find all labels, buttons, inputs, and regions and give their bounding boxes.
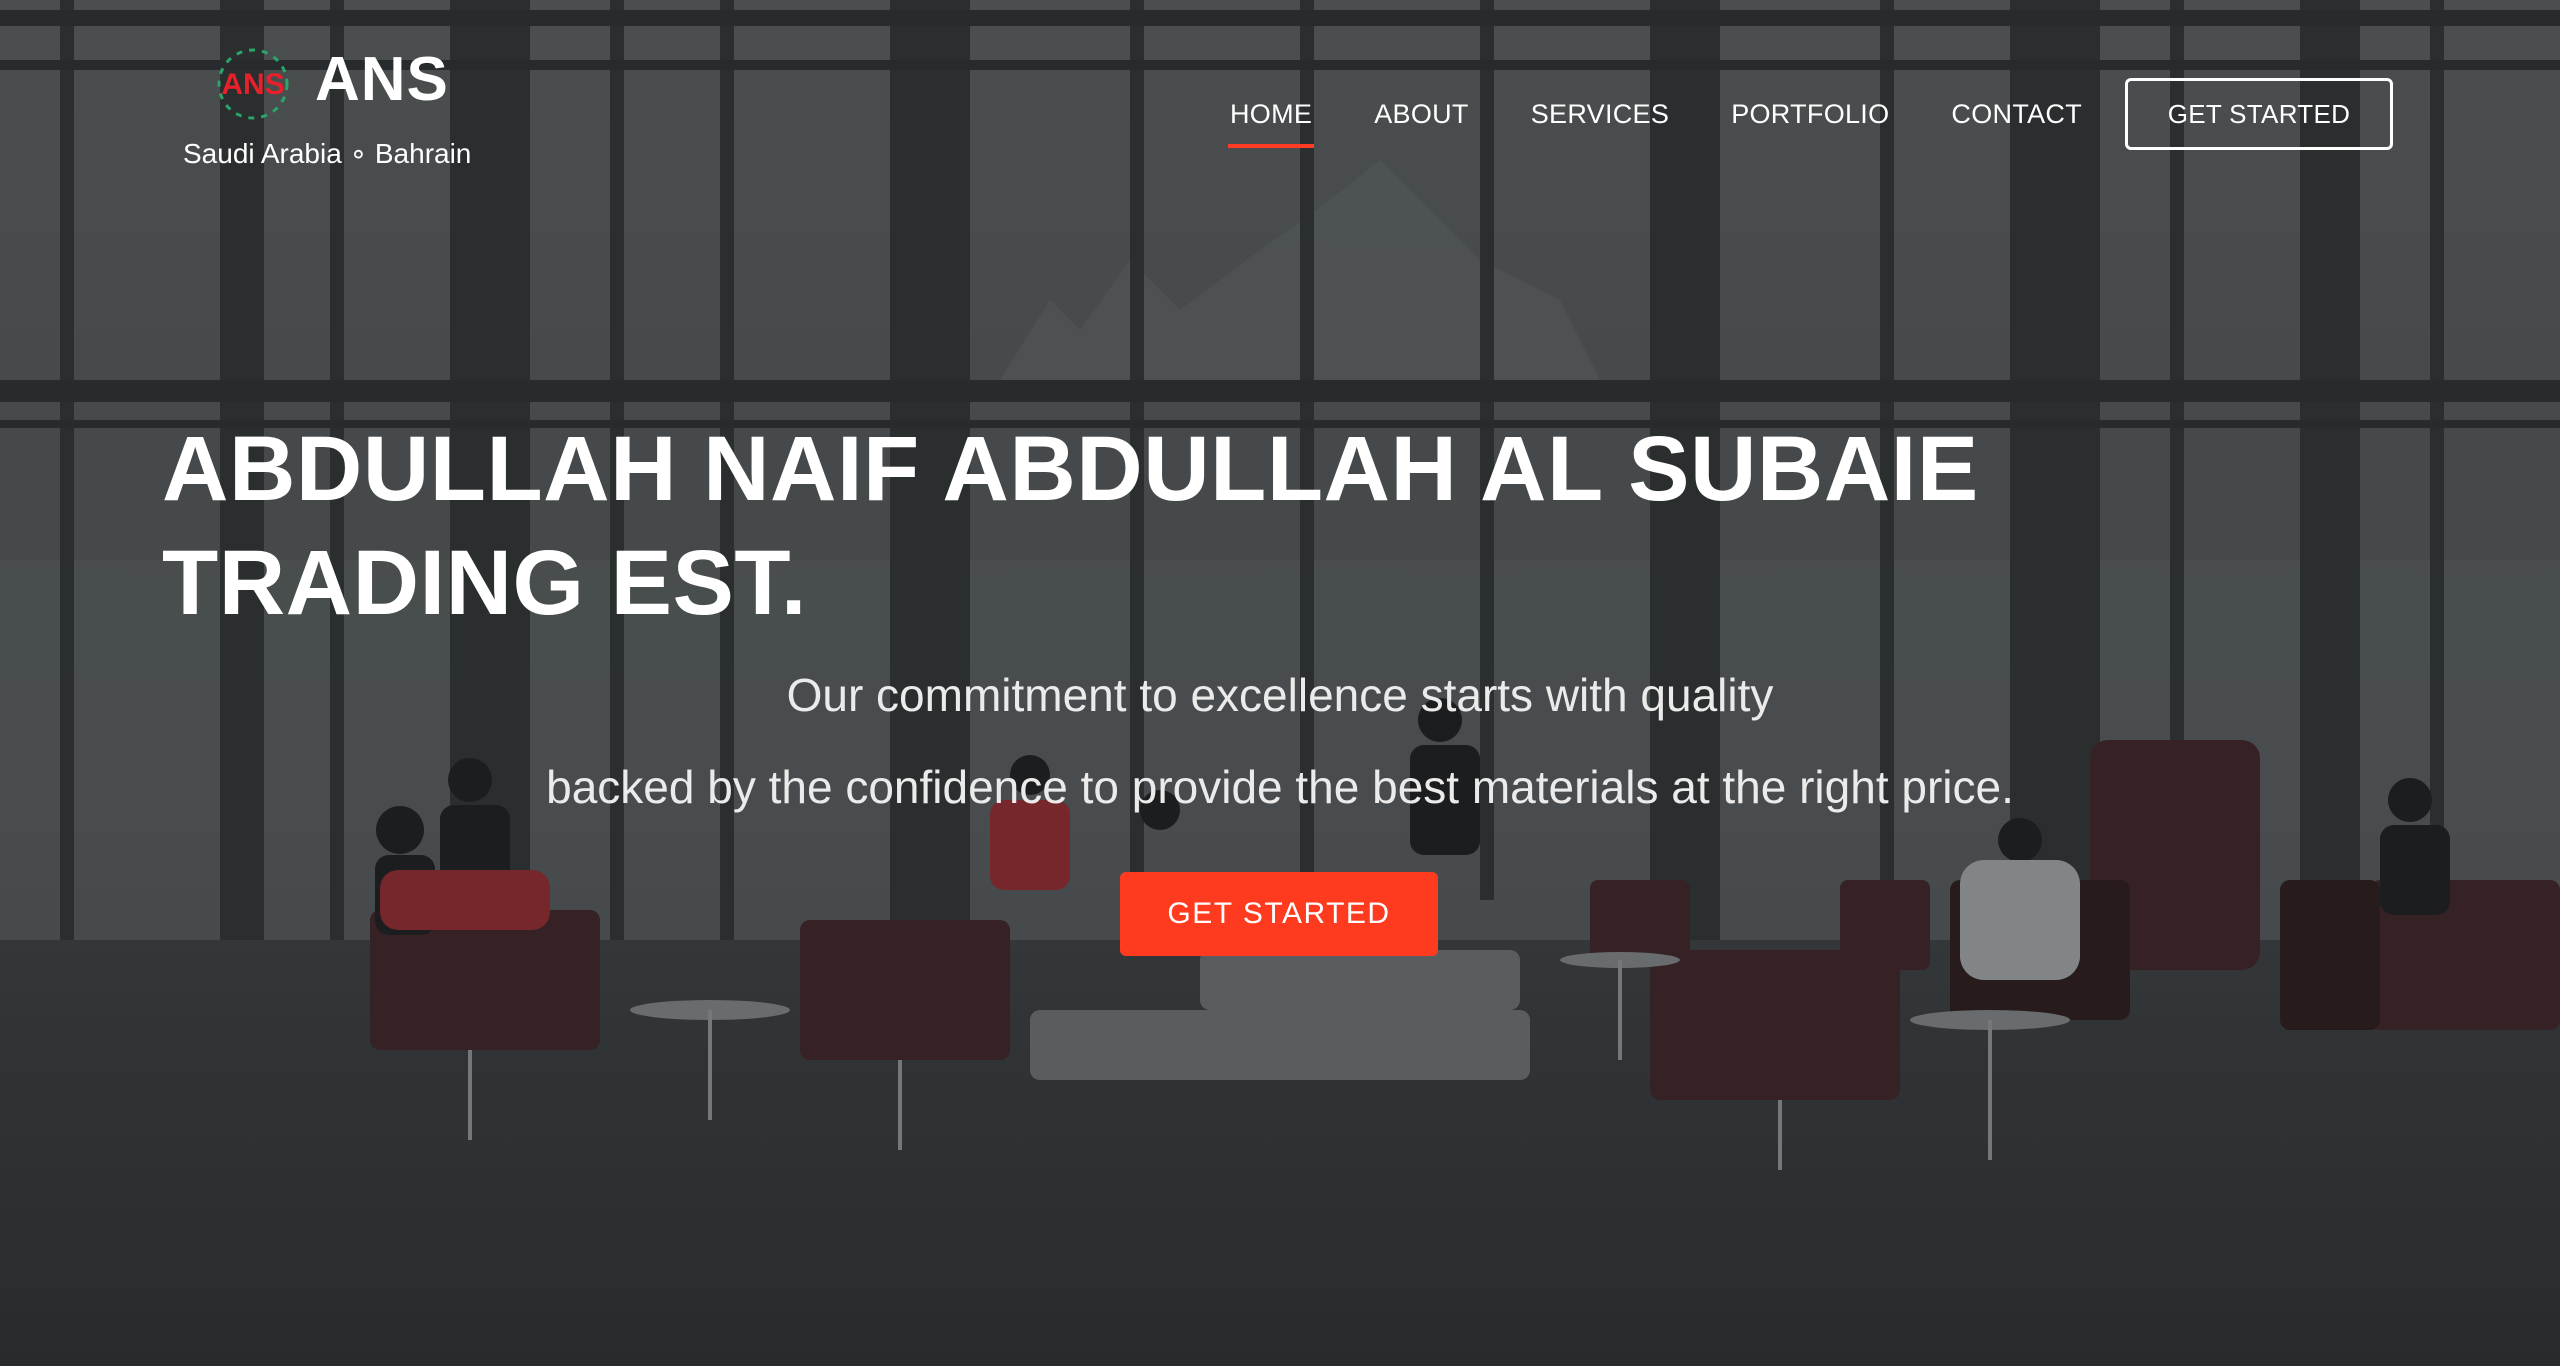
nav-item-home[interactable]: HOME <box>1227 94 1315 148</box>
main-nav: HOME ABOUT SERVICES PORTFOLIO CONTACT <box>1227 94 2144 154</box>
hero-section: ANS ANS Saudi Arabia ∘ Bahrain HOME ABOU… <box>0 0 2560 1366</box>
brand-title: ANS <box>315 45 449 114</box>
nav-item-about[interactable]: ABOUT <box>1374 94 1469 134</box>
hero-tagline-line-2: backed by the confidence to provide the … <box>546 761 2014 813</box>
nav-item-portfolio[interactable]: PORTFOLIO <box>1731 94 1889 134</box>
hero-headline: ABDULLAH NAIF ABDULLAH AL SUBAIE TRADING… <box>162 412 2362 640</box>
nav-item-services[interactable]: SERVICES <box>1531 94 1669 134</box>
brand-subtitle: Saudi Arabia ∘ Bahrain <box>183 138 472 169</box>
hero-tagline-line-1: Our commitment to excellence starts with… <box>786 669 1774 721</box>
ans-logo-icon: ANS <box>217 48 289 120</box>
nav-item-contact[interactable]: CONTACT <box>1951 94 2082 134</box>
hero-headline-line-2: TRADING EST. <box>162 532 807 634</box>
header-get-started-button[interactable]: GET STARTED <box>2125 78 2393 150</box>
brand-logo[interactable]: ANS ANS Saudi Arabia ∘ Bahrain <box>183 36 483 176</box>
hero-headline-line-1: ABDULLAH NAIF ABDULLAH AL SUBAIE <box>162 418 1979 520</box>
logo-mark-text: ANS <box>221 68 284 101</box>
hero-get-started-button[interactable]: GET STARTED <box>1120 872 1438 956</box>
